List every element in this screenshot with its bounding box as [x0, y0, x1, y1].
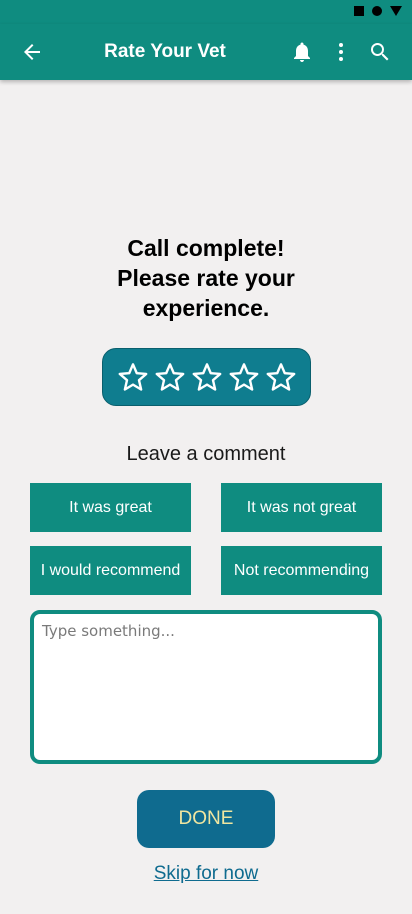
quick-reply-recommend-button[interactable]: I would recommend [30, 546, 191, 595]
star-rating [102, 348, 311, 406]
more-vertical-icon[interactable] [329, 40, 353, 64]
star-1-icon[interactable] [117, 361, 149, 393]
done-button[interactable]: DONE [137, 790, 275, 848]
headline-line-3: experience. [142, 295, 270, 321]
star-4-icon[interactable] [228, 361, 260, 393]
app-bar: Rate Your Vet [0, 24, 412, 80]
headline-line-1: Call complete! [127, 235, 285, 261]
headline-line-2: Please rate your [117, 265, 295, 291]
status-bar [0, 0, 412, 24]
quick-reply-great-button[interactable]: It was great [30, 483, 191, 532]
circle-icon [372, 6, 382, 16]
comment-input[interactable] [30, 610, 382, 764]
bell-icon[interactable] [290, 40, 314, 64]
star-3-icon[interactable] [191, 361, 223, 393]
comment-label: Leave a comment [126, 443, 286, 465]
skip-link[interactable]: Skip for now [0, 863, 412, 885]
rating-headline: Call complete! Please rate your experien… [0, 233, 412, 323]
search-icon[interactable] [368, 40, 392, 64]
page-title: Rate Your Vet [104, 41, 226, 62]
square-icon [354, 6, 364, 16]
star-2-icon[interactable] [154, 361, 186, 393]
triangle-icon [390, 6, 402, 16]
star-5-icon[interactable] [265, 361, 297, 393]
quick-reply-not-recommending-button[interactable]: Not recommending [221, 546, 382, 595]
status-icons [354, 6, 402, 16]
quick-reply-not-great-button[interactable]: It was not great [221, 483, 382, 532]
